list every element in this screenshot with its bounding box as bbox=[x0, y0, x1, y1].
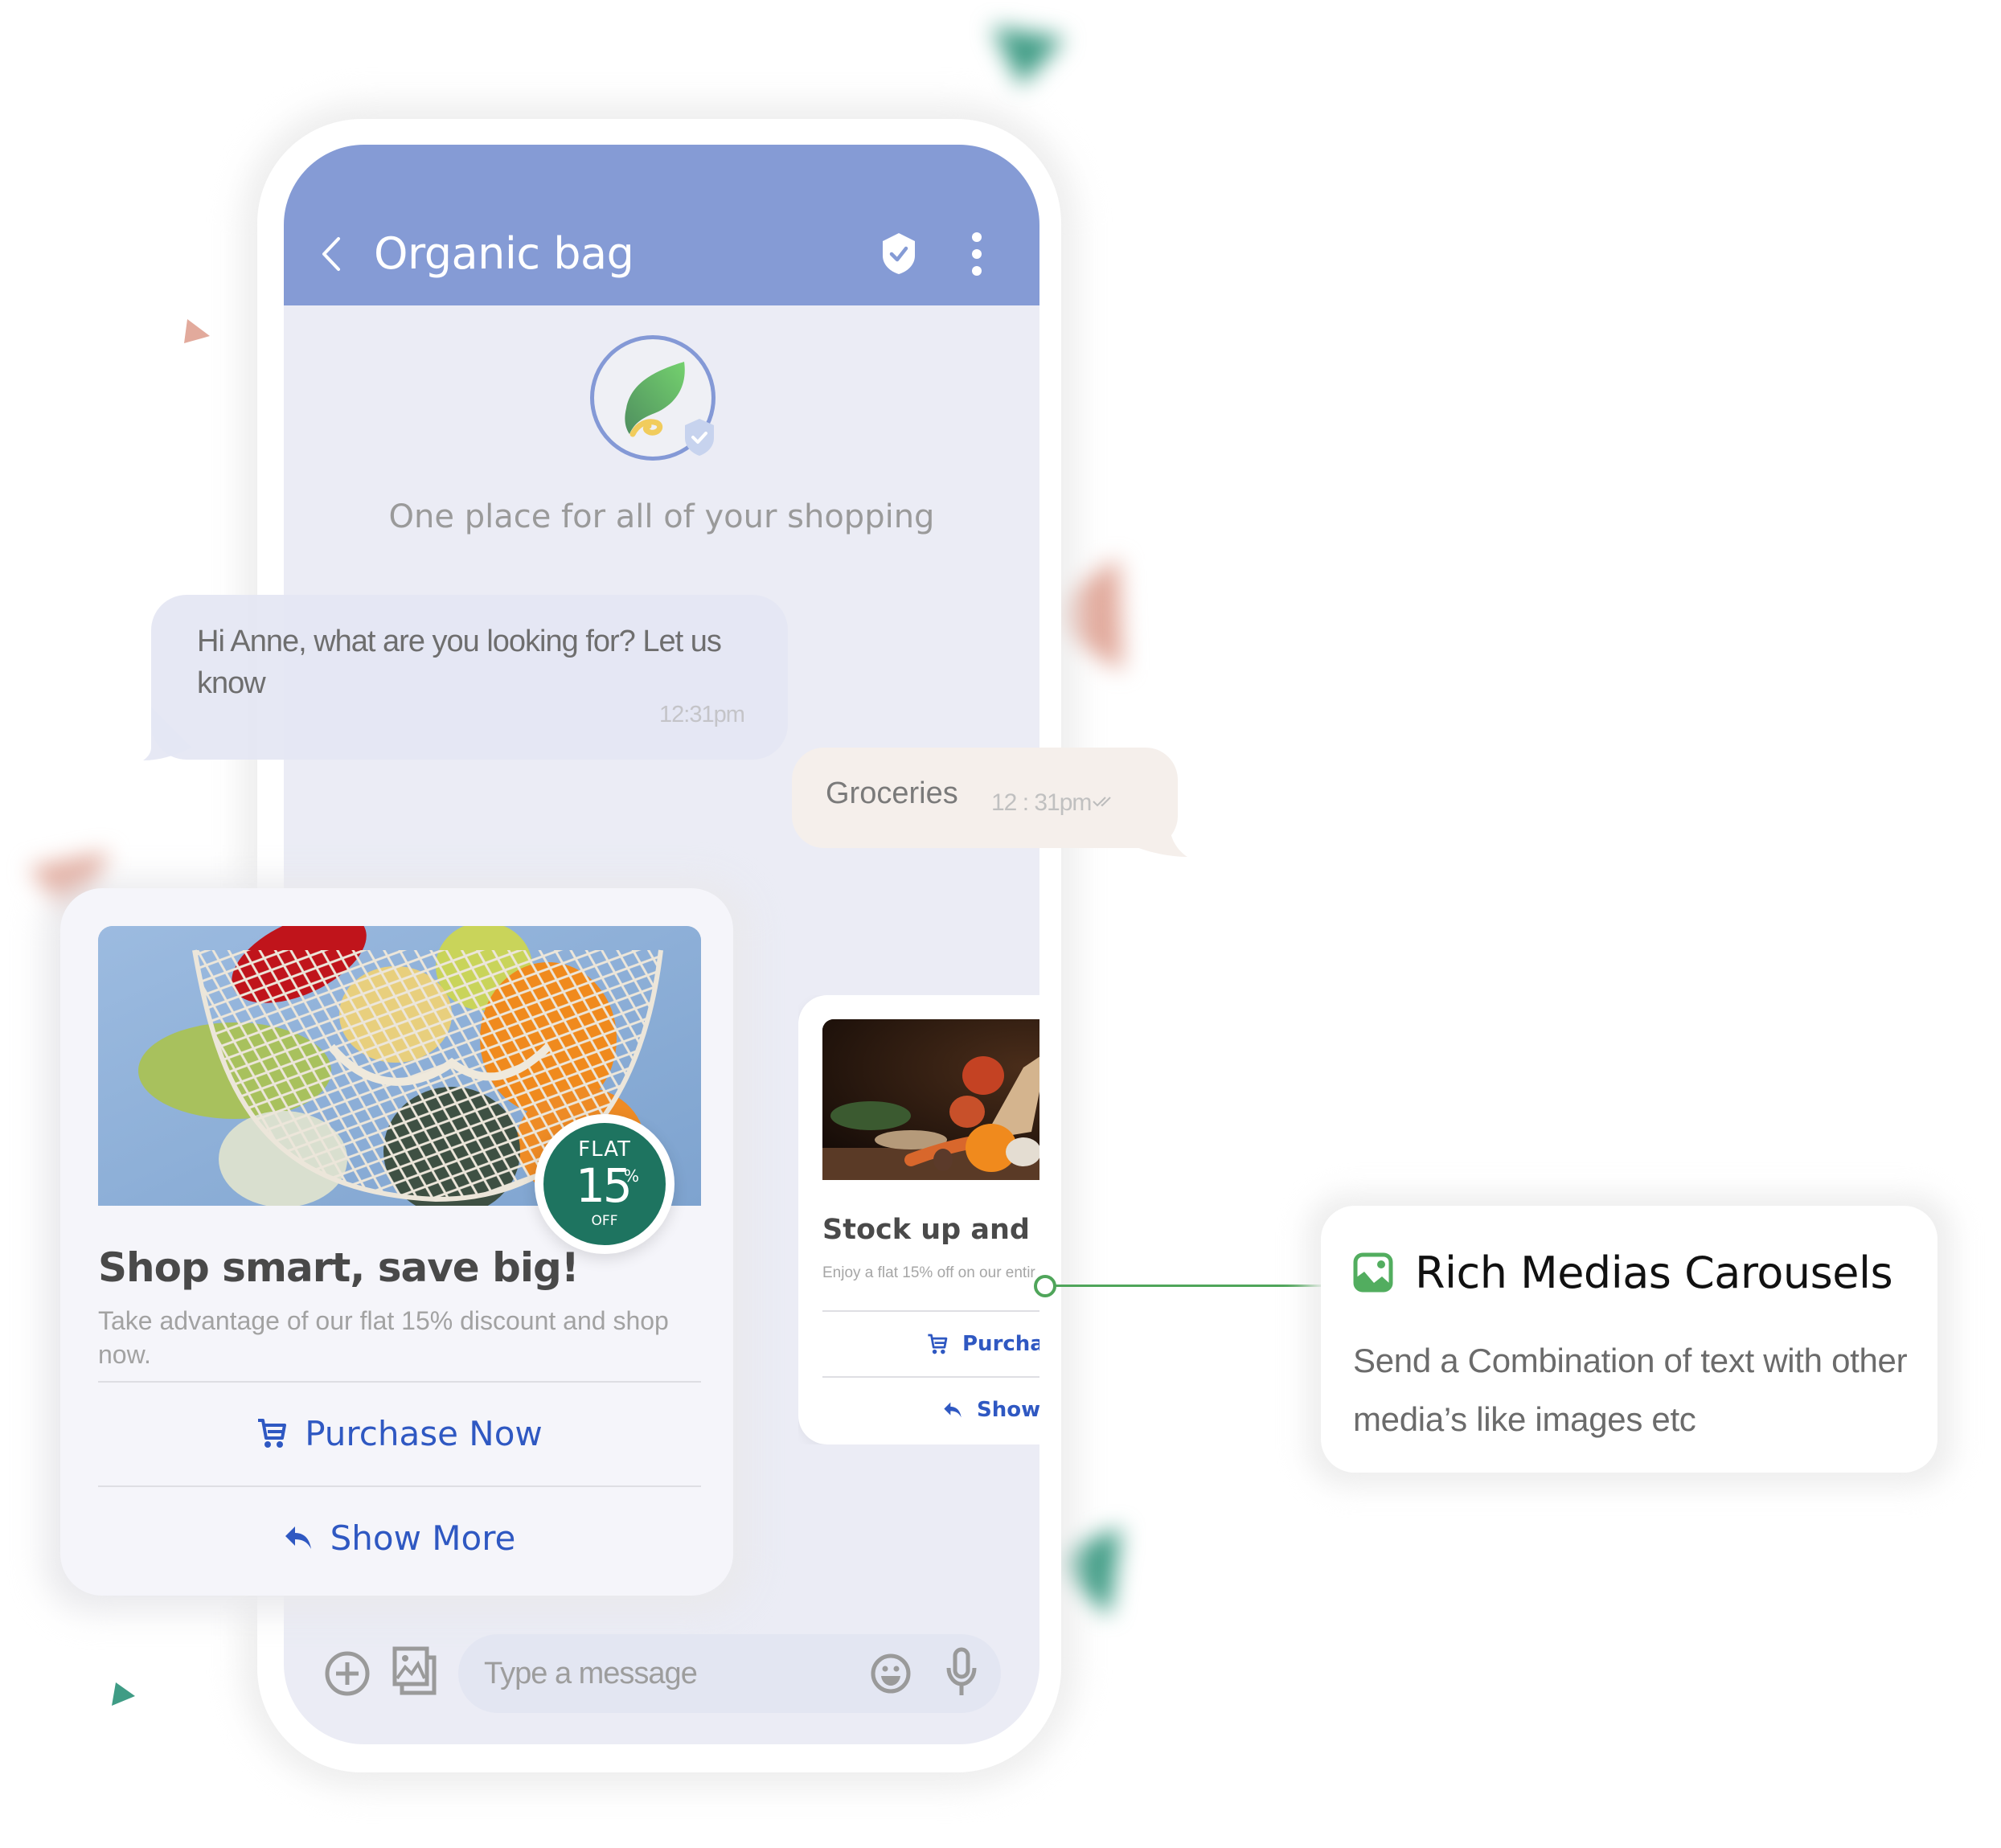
decor-triangle-teal-small bbox=[112, 1682, 135, 1706]
badge-label-bottom: OFF bbox=[591, 1213, 618, 1229]
image-icon bbox=[1353, 1252, 1393, 1293]
card-title: Stock up and sav bbox=[822, 1214, 1039, 1246]
card-description: Take advantage of our flat 15% discount … bbox=[98, 1306, 669, 1369]
more-vertical-icon[interactable] bbox=[969, 231, 985, 277]
chat-title: Organic bag bbox=[374, 228, 634, 279]
chevron-left-icon[interactable] bbox=[319, 236, 343, 272]
badge-value: 15 bbox=[576, 1158, 633, 1213]
card-title: Shop smart, save big! bbox=[98, 1244, 580, 1291]
shield-check-icon[interactable] bbox=[881, 232, 916, 275]
message-input[interactable] bbox=[482, 1648, 855, 1699]
feature-title: Rich Medias Carousels bbox=[1415, 1248, 1893, 1298]
message-time: 12 : 31pm bbox=[991, 789, 1092, 816]
cart-icon bbox=[928, 1334, 948, 1354]
decor-triangle-salmon-small bbox=[184, 319, 210, 343]
card-image bbox=[822, 1019, 1039, 1180]
purchase-label: Purchas bbox=[962, 1332, 1039, 1356]
reply-icon bbox=[944, 1402, 962, 1418]
show-more-button[interactable]: Show More bbox=[98, 1487, 701, 1588]
feature-description: Send a Combination of text with other me… bbox=[1353, 1342, 1908, 1438]
gallery-icon[interactable] bbox=[392, 1646, 437, 1696]
double-check-icon bbox=[1093, 797, 1111, 807]
carousel-card-2[interactable]: Stock up and sav Enjoy a flat 15% off on… bbox=[798, 995, 1039, 1444]
message-time: 12:31pm bbox=[659, 702, 745, 727]
discount-badge: FLAT 15 % OFF bbox=[543, 1123, 666, 1245]
show-more-label: Show More bbox=[330, 1518, 516, 1558]
purchase-now-label: Purchase Now bbox=[305, 1413, 543, 1453]
emoji-icon[interactable] bbox=[871, 1653, 911, 1694]
show-more-label: Show M bbox=[977, 1398, 1039, 1422]
bubble-tail bbox=[1130, 812, 1187, 857]
carousel-card-2-body: Stock up and sav Enjoy a flat 15% off on… bbox=[798, 995, 1039, 1444]
badge-unit: % bbox=[624, 1166, 640, 1186]
purchase-button[interactable]: Purchas bbox=[822, 1312, 1039, 1376]
chat-header: Organic bag bbox=[284, 145, 1039, 305]
add-circle-icon[interactable] bbox=[325, 1651, 370, 1696]
cart-icon bbox=[258, 1419, 287, 1448]
reply-icon bbox=[285, 1526, 311, 1549]
connector-line bbox=[1052, 1285, 1321, 1287]
message-text: Groceries bbox=[826, 776, 958, 810]
connector-dot bbox=[1034, 1275, 1056, 1297]
show-more-button[interactable]: Show M bbox=[822, 1378, 1039, 1442]
decor-triangle-teal-top bbox=[991, 27, 1065, 86]
microphone-icon[interactable] bbox=[945, 1647, 978, 1697]
message-text: Hi Anne, what are you looking for? Let u… bbox=[197, 625, 722, 700]
vegetables-image bbox=[822, 1019, 1039, 1180]
verified-badge-icon bbox=[685, 419, 714, 456]
bubble-tail bbox=[143, 707, 191, 760]
brand-tagline: One place for all of your shopping bbox=[388, 498, 935, 535]
purchase-now-button[interactable]: Purchase Now bbox=[98, 1383, 701, 1484]
card-description: Enjoy a flat 15% off on our entir bbox=[822, 1264, 1035, 1281]
